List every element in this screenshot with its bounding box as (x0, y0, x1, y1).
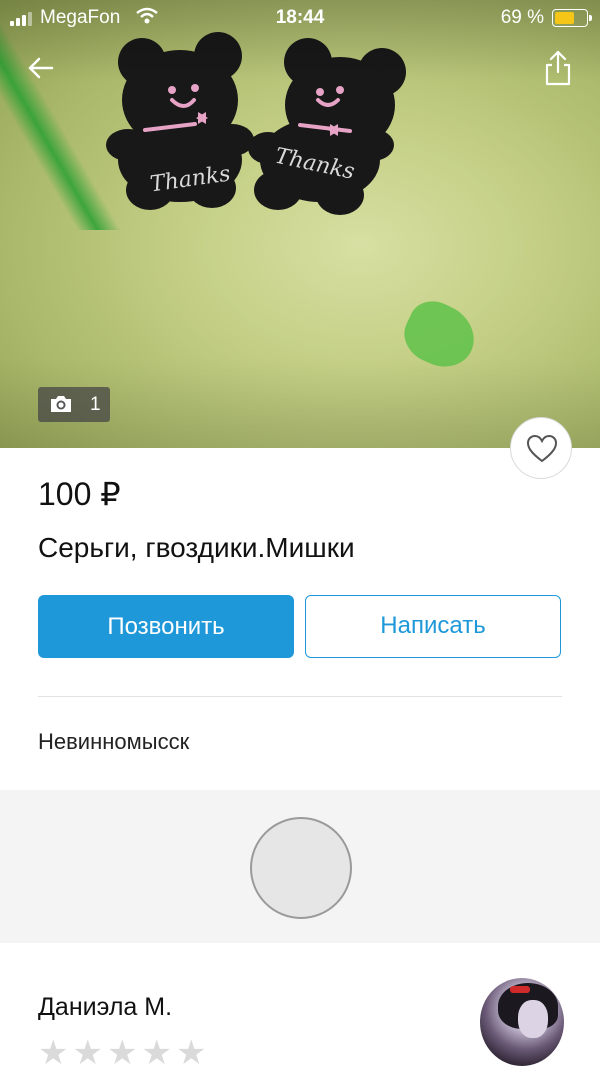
photo-counter: 1 (38, 387, 110, 422)
listing-price: 100 ₽ (38, 476, 121, 512)
photo-count: 1 (90, 394, 101, 415)
heart-icon (526, 434, 558, 463)
location-placeholder-icon (250, 817, 352, 919)
star-icon: ★ (175, 1034, 207, 1072)
seller-rating: ★ ★ ★ ★ ★ (38, 1036, 206, 1070)
divider (38, 696, 562, 697)
status-bar: MegaFon 18:44 69 % (0, 0, 600, 36)
location-block (0, 790, 600, 943)
share-icon (545, 50, 571, 86)
camera-icon (49, 394, 73, 420)
star-icon: ★ (38, 1034, 69, 1072)
back-arrow-icon (28, 57, 54, 79)
seller-avatar[interactable] (480, 978, 564, 1066)
listing-photo[interactable]: Thanks Thanks (0, 0, 600, 448)
star-icon: ★ (72, 1034, 103, 1072)
battery-fill (555, 12, 575, 24)
back-button[interactable] (24, 50, 60, 86)
favorite-button[interactable] (510, 417, 572, 479)
battery-icon (552, 9, 592, 27)
listing-title: Серьги, гвоздики.Мишки (38, 532, 355, 563)
seller-name[interactable]: Даниэла М. (38, 993, 172, 1022)
listing-city[interactable]: Невинномысск (38, 729, 189, 755)
star-icon: ★ (141, 1034, 172, 1072)
write-message-button[interactable]: Написать (305, 595, 561, 658)
star-icon: ★ (106, 1034, 138, 1072)
photo-shade (0, 0, 600, 448)
share-button[interactable] (540, 48, 576, 88)
battery-percent: 69 % (500, 7, 544, 28)
call-button[interactable]: Позвонить (38, 595, 294, 658)
